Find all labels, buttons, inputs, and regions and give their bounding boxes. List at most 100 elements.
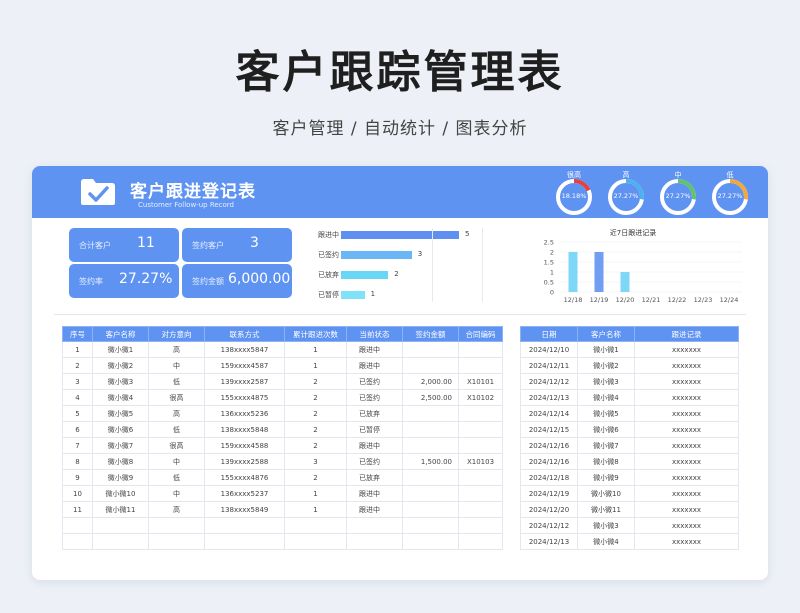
table-cell[interactable]: 已放弃 (346, 469, 403, 486)
table-cell[interactable]: 已签约 (346, 373, 403, 390)
table-cell[interactable] (62, 533, 93, 550)
table-row[interactable] (62, 517, 503, 534)
column-header[interactable]: 跟进记录 (634, 326, 739, 342)
table-cell[interactable]: 2024/12/14 (520, 405, 578, 422)
table-cell[interactable]: 1 (62, 341, 93, 358)
table-cell[interactable]: xxxxxxx (634, 357, 739, 374)
table-cell[interactable] (458, 405, 503, 422)
table-cell[interactable]: 已暂停 (346, 421, 403, 438)
table-cell[interactable]: 中 (148, 453, 205, 470)
table-row[interactable]: 6 微小微6 低 138xxxx5848 2 已暂停 (62, 421, 503, 438)
table-cell[interactable]: 跟进中 (346, 501, 403, 518)
table-cell[interactable] (402, 501, 459, 518)
table-cell[interactable]: X10103 (458, 453, 503, 470)
table-cell[interactable]: 3 (284, 453, 347, 470)
table-row[interactable]: 2024/12/12 微小微3 xxxxxxx (520, 517, 739, 534)
table-cell[interactable]: 微小微4 (577, 389, 635, 406)
table-cell[interactable]: xxxxxxx (634, 469, 739, 486)
table-cell[interactable]: 4 (62, 389, 93, 406)
table-cell[interactable]: 1 (284, 501, 347, 518)
table-cell[interactable]: 155xxxx4875 (204, 389, 285, 406)
table-cell[interactable]: 微小微4 (577, 533, 635, 550)
table-row[interactable]: 8 微小微8 中 139xxxx2588 3 已签约 1,500.00 X10103 (62, 453, 503, 470)
table-cell[interactable]: 已签约 (346, 389, 403, 406)
table-cell[interactable]: xxxxxxx (634, 341, 739, 358)
table-cell[interactable] (458, 341, 503, 358)
table-row[interactable]: 2 微小微2 中 159xxxx4587 1 跟进中 (62, 357, 503, 374)
table-cell[interactable] (204, 533, 285, 550)
column-header[interactable]: 合同编码 (458, 326, 503, 342)
table-cell[interactable]: 2 (284, 469, 347, 486)
table-cell[interactable]: 139xxxx2587 (204, 373, 285, 390)
table-cell[interactable]: 微小微11 (92, 501, 149, 518)
table-cell[interactable]: 2024/12/16 (520, 453, 578, 470)
table-row[interactable]: 5 微小微5 高 136xxxx5236 2 已放弃 (62, 405, 503, 422)
table-cell[interactable]: 11 (62, 501, 93, 518)
table-cell[interactable]: 高 (148, 341, 205, 358)
table-cell[interactable]: 2024/12/11 (520, 357, 578, 374)
table-cell[interactable] (148, 533, 205, 550)
table-cell[interactable]: xxxxxxx (634, 533, 739, 550)
table-cell[interactable]: 1 (284, 341, 347, 358)
table-cell[interactable] (284, 517, 347, 534)
table-cell[interactable]: 3 (62, 373, 93, 390)
table-row[interactable]: 2024/12/14 微小微5 xxxxxxx (520, 405, 739, 422)
table-cell[interactable] (62, 517, 93, 534)
table-cell[interactable]: 6 (62, 421, 93, 438)
table-cell[interactable]: 微小微7 (577, 437, 635, 454)
table-cell[interactable]: 2024/12/19 (520, 485, 578, 502)
table-cell[interactable]: 微小微1 (92, 341, 149, 358)
table-row[interactable]: 2024/12/16 微小微7 xxxxxxx (520, 437, 739, 454)
table-cell[interactable]: 很高 (148, 389, 205, 406)
table-cell[interactable]: 已放弃 (346, 405, 403, 422)
table-cell[interactable]: 2024/12/12 (520, 517, 578, 534)
table-cell[interactable]: 136xxxx5237 (204, 485, 285, 502)
table-cell[interactable]: X10102 (458, 389, 503, 406)
table-row[interactable]: 2024/12/15 微小微6 xxxxxxx (520, 421, 739, 438)
table-row[interactable]: 7 微小微7 很高 159xxxx4588 2 跟进中 (62, 437, 503, 454)
table-row[interactable]: 2024/12/13 微小微4 xxxxxxx (520, 533, 739, 550)
table-cell[interactable]: 155xxxx4876 (204, 469, 285, 486)
table-row[interactable]: 2024/12/11 微小微2 xxxxxxx (520, 357, 739, 374)
table-cell[interactable]: xxxxxxx (634, 453, 739, 470)
table-cell[interactable]: 跟进中 (346, 437, 403, 454)
table-row[interactable]: 3 微小微3 低 139xxxx2587 2 已签约 2,000.00 X10101 (62, 373, 503, 390)
table-cell[interactable] (346, 517, 403, 534)
column-header[interactable]: 客户名称 (577, 326, 635, 342)
table-cell[interactable]: 8 (62, 453, 93, 470)
table-row[interactable]: 2024/12/18 微小微9 xxxxxxx (520, 469, 739, 486)
table-row[interactable]: 2024/12/12 微小微3 xxxxxxx (520, 373, 739, 390)
table-row[interactable]: 2024/12/20 微小微11 xxxxxxx (520, 501, 739, 518)
table-cell[interactable] (402, 533, 459, 550)
table-row[interactable]: 2024/12/16 微小微8 xxxxxxx (520, 453, 739, 470)
table-cell[interactable]: X10101 (458, 373, 503, 390)
table-cell[interactable]: xxxxxxx (634, 373, 739, 390)
table-cell[interactable]: 159xxxx4588 (204, 437, 285, 454)
table-cell[interactable] (284, 533, 347, 550)
table-cell[interactable]: 微小微8 (577, 453, 635, 470)
table-cell[interactable]: 已签约 (346, 453, 403, 470)
table-cell[interactable]: 低 (148, 373, 205, 390)
table-cell[interactable]: 2 (62, 357, 93, 374)
table-cell[interactable]: 2024/12/16 (520, 437, 578, 454)
table-row[interactable]: 1 微小微1 高 138xxxx5847 1 跟进中 (62, 341, 503, 358)
table-cell[interactable]: xxxxxxx (634, 405, 739, 422)
table-row[interactable]: 4 微小微4 很高 155xxxx4875 2 已签约 2,500.00 X10102 (62, 389, 503, 406)
table-cell[interactable]: 10 (62, 485, 93, 502)
table-cell[interactable]: 7 (62, 437, 93, 454)
table-cell[interactable]: 中 (148, 357, 205, 374)
table-cell[interactable] (458, 501, 503, 518)
table-cell[interactable]: 2 (284, 389, 347, 406)
table-cell[interactable]: 2,500.00 (402, 389, 459, 406)
table-cell[interactable] (458, 533, 503, 550)
table-cell[interactable]: 微小微3 (577, 517, 635, 534)
table-cell[interactable] (402, 437, 459, 454)
table-cell[interactable] (458, 469, 503, 486)
table-cell[interactable] (458, 421, 503, 438)
column-header[interactable]: 签约金额 (402, 326, 459, 342)
table-cell[interactable]: 2 (284, 373, 347, 390)
table-cell[interactable]: 微小微2 (92, 357, 149, 374)
table-cell[interactable]: 2024/12/15 (520, 421, 578, 438)
table-cell[interactable]: 1 (284, 357, 347, 374)
table-cell[interactable]: 1,500.00 (402, 453, 459, 470)
